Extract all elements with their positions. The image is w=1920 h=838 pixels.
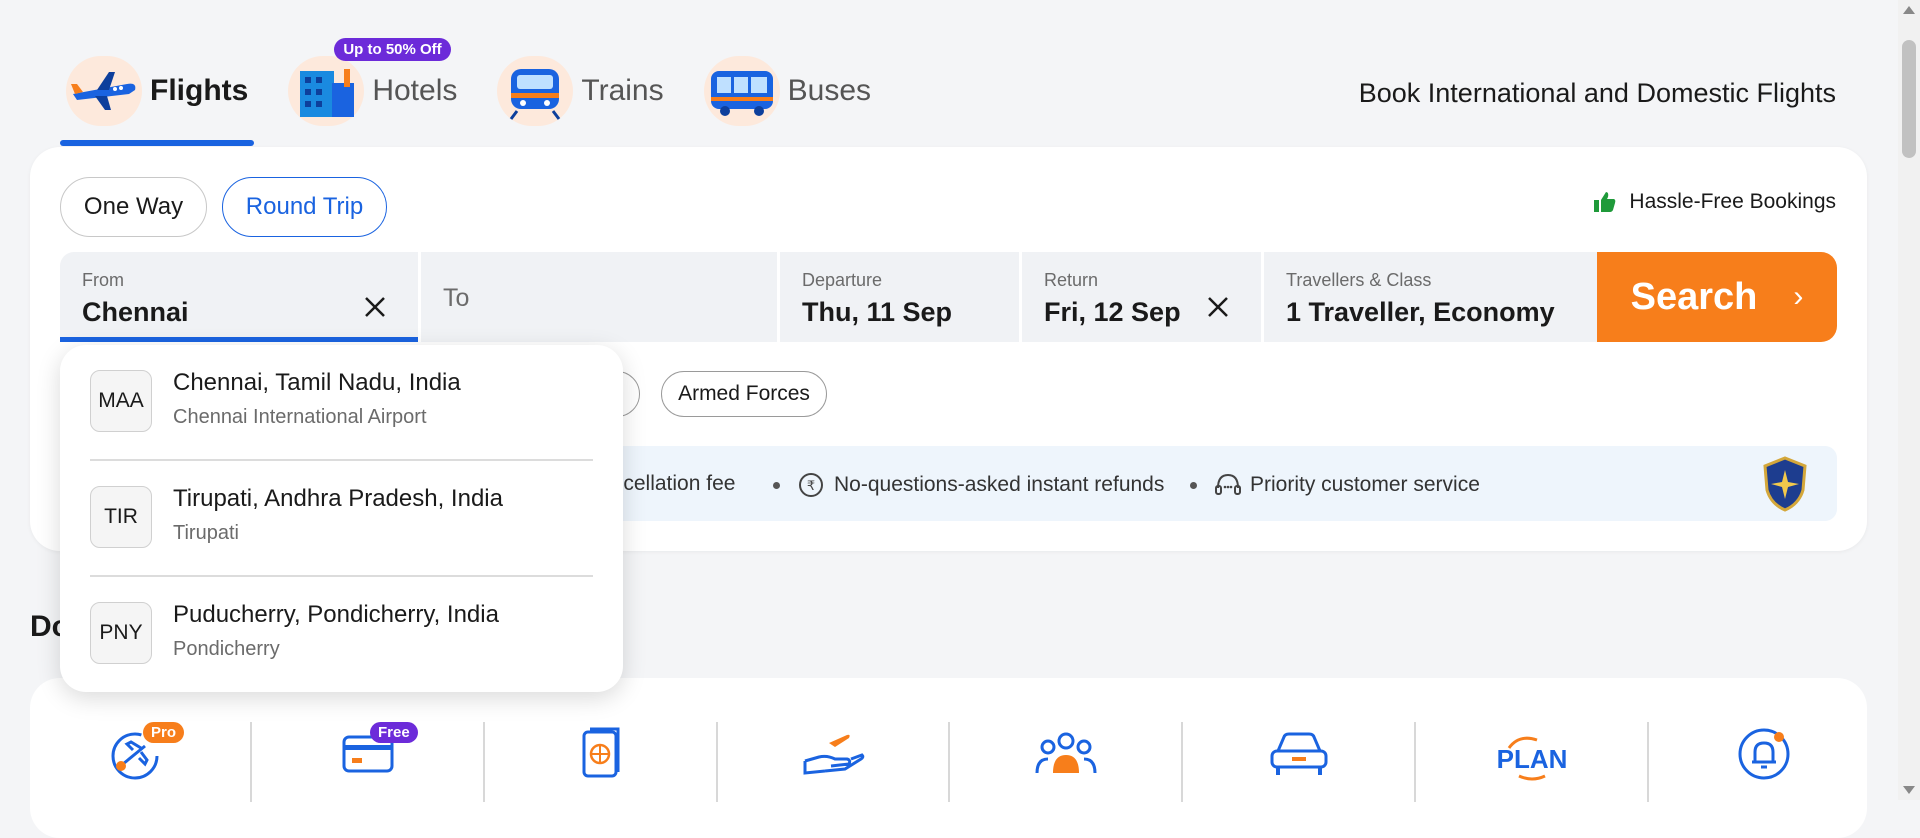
- separator-dot: [773, 482, 780, 489]
- tab-label: Trains: [581, 74, 664, 107]
- airport-code: MAA: [90, 370, 152, 432]
- tab-trains[interactable]: Trains: [491, 50, 669, 132]
- headset-icon: [1215, 473, 1241, 495]
- benefit-text: No-questions-asked instant refunds: [834, 473, 1165, 496]
- clear-return-icon[interactable]: [1205, 294, 1231, 320]
- airport-code: PNY: [90, 602, 152, 664]
- suggestion-city: Tirupati, Andhra Pradesh, India: [173, 485, 503, 512]
- departure-value: Thu, 11 Sep: [802, 297, 953, 327]
- scroll-down-icon[interactable]: [1903, 786, 1915, 794]
- suggestion-item[interactable]: TIR Tirupati, Andhra Pradesh, India Tiru…: [90, 461, 593, 561]
- search-button[interactable]: Search ›: [1597, 252, 1837, 342]
- round-trip-button[interactable]: Round Trip: [222, 177, 387, 237]
- airplane-icon: [66, 56, 142, 126]
- divider: [716, 722, 718, 802]
- tab-flights[interactable]: Flights: [60, 50, 255, 146]
- return-field[interactable]: Return Fri, 12 Sep: [1022, 252, 1261, 342]
- car-icon[interactable]: [1249, 718, 1349, 790]
- suggestion-airport: Tirupati: [173, 522, 239, 544]
- page-scrollbar[interactable]: [1898, 0, 1920, 800]
- travellers-value: 1 Traveller, Economy: [1286, 297, 1555, 327]
- suggestion-item[interactable]: PNY Puducherry, Pondicherry, India Pondi…: [90, 577, 593, 677]
- from-label: From: [82, 270, 124, 290]
- suggestion-airport: Pondicherry: [173, 638, 280, 660]
- train-icon: [497, 56, 574, 126]
- divider: [1181, 722, 1183, 802]
- plan-icon[interactable]: PLAN: [1482, 718, 1582, 790]
- benefit-refunds: ₹ No-questions-asked instant refunds: [798, 472, 1164, 498]
- divider: [250, 722, 252, 802]
- from-suggestions-dropdown: MAA Chennai, Tamil Nadu, India Chennai I…: [60, 345, 623, 692]
- plan-text: PLAN: [1497, 744, 1567, 774]
- one-way-button[interactable]: One Way: [60, 177, 207, 237]
- divider: [483, 722, 485, 802]
- travellers-field[interactable]: Travellers & Class 1 Traveller, Economy: [1264, 252, 1598, 342]
- hand-plane-icon[interactable]: [784, 718, 884, 790]
- to-placeholder: To: [443, 284, 470, 312]
- suggestion-city: Puducherry, Pondicherry, India: [173, 601, 499, 628]
- return-label: Return: [1044, 270, 1099, 290]
- departure-field[interactable]: Departure Thu, 11 Sep: [780, 252, 1019, 342]
- hassle-free-text: Hassle-Free Bookings: [1629, 190, 1836, 213]
- benefit-text: Priority customer service: [1250, 473, 1480, 496]
- tab-label: Buses: [787, 74, 872, 107]
- suggestion-city: Chennai, Tamil Nadu, India: [173, 369, 461, 396]
- scroll-up-icon[interactable]: [1903, 6, 1915, 14]
- chevron-right-icon: ›: [1793, 280, 1804, 313]
- page-tagline: Book International and Domestic Flights: [1358, 78, 1836, 108]
- passport-icon[interactable]: [551, 718, 651, 790]
- from-field[interactable]: From Chennai: [60, 252, 418, 342]
- tab-label: Flights: [150, 74, 249, 107]
- from-value: Chennai: [82, 297, 189, 327]
- search-label: Search: [1630, 275, 1758, 318]
- benefit-priority: Priority customer service: [1214, 472, 1480, 498]
- hassle-free-label: Hassle-Free Bookings: [1593, 190, 1836, 214]
- tab-hotels[interactable]: Up to 50% Off Hotels: [282, 38, 463, 132]
- product-tabs: Flights Up to 50% Off Hotels Trains Buse…: [60, 38, 905, 146]
- group-icon[interactable]: [1016, 718, 1116, 790]
- shield-star-icon: [1763, 456, 1807, 512]
- tab-label: Hotels: [372, 74, 458, 107]
- bus-icon: [703, 56, 780, 126]
- separator-dot: [1190, 482, 1197, 489]
- scrollbar-thumb[interactable]: [1902, 40, 1916, 158]
- suggestion-airport: Chennai International Airport: [173, 406, 427, 428]
- airport-code: TIR: [90, 486, 152, 548]
- hotels-promo-badge: Up to 50% Off: [334, 38, 451, 61]
- fare-chip-armed-forces[interactable]: Armed Forces: [661, 371, 827, 417]
- free-badge: Free: [370, 722, 418, 743]
- pro-badge: Pro: [143, 722, 185, 743]
- bell-icon[interactable]: [1714, 718, 1814, 790]
- rupee-refund-icon: ₹: [799, 473, 823, 497]
- svg-text:₹: ₹: [807, 479, 815, 494]
- to-field[interactable]: To: [421, 252, 777, 342]
- clear-from-icon[interactable]: [362, 294, 388, 320]
- thumbs-up-icon: [1594, 192, 1616, 212]
- suggestion-item[interactable]: MAA Chennai, Tamil Nadu, India Chennai I…: [90, 345, 593, 445]
- departure-label: Departure: [802, 270, 883, 290]
- hotel-building-icon: [288, 56, 365, 126]
- divider: [948, 722, 950, 802]
- divider: [1414, 722, 1416, 802]
- divider: [1647, 722, 1649, 802]
- travellers-label: Travellers & Class: [1286, 270, 1432, 290]
- tab-buses[interactable]: Buses: [698, 50, 877, 132]
